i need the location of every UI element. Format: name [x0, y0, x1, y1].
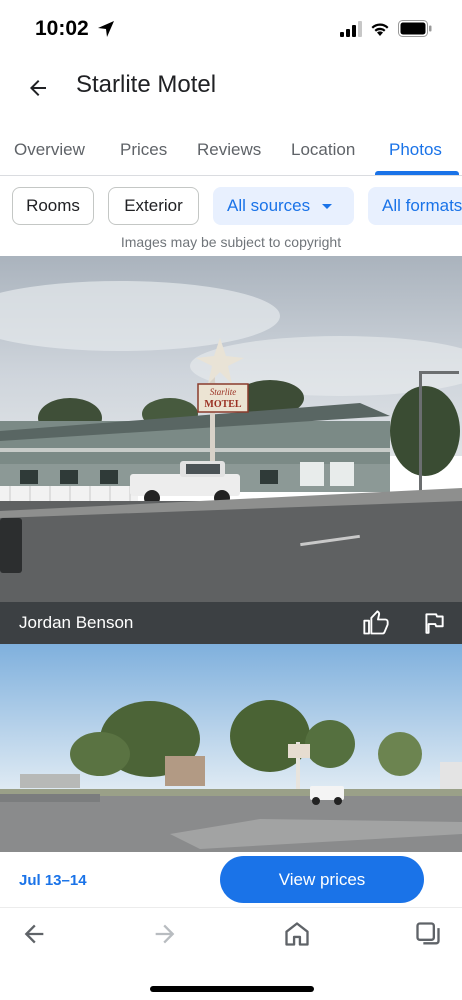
photo-caption-bar: Jordan Benson [0, 602, 462, 644]
back-button[interactable] [22, 72, 54, 104]
wifi-icon [371, 22, 389, 36]
app-bar: Starlite Motel [0, 60, 462, 116]
flag-report-icon[interactable] [421, 610, 447, 636]
tab-prices[interactable]: Prices [120, 140, 167, 160]
filter-formats-dropdown[interactable]: All formats [368, 187, 462, 225]
filter-rooms-chip[interactable]: Rooms [12, 187, 94, 225]
browser-toolbar [0, 907, 462, 1000]
filter-exterior-chip[interactable]: Exterior [108, 187, 199, 225]
tab-reviews[interactable]: Reviews [197, 140, 261, 160]
tab-photos[interactable]: Photos [389, 140, 442, 160]
page-title: Starlite Motel [76, 71, 217, 98]
status-bar: 10:02 [0, 0, 462, 60]
forward-arrow-icon[interactable] [151, 920, 179, 948]
booking-bar: Jul 13–14 View prices [0, 852, 462, 907]
home-icon[interactable] [283, 920, 311, 948]
street-view-image [0, 644, 462, 854]
tab-location[interactable]: Location [291, 140, 355, 160]
home-indicator [150, 986, 314, 992]
filter-exterior-label: Exterior [124, 196, 183, 215]
view-prices-button[interactable]: View prices [220, 856, 424, 903]
location-arrow-icon [98, 21, 114, 37]
battery-icon [398, 20, 432, 37]
photo-author: Jordan Benson [19, 613, 134, 632]
filter-sources-label: All sources [227, 196, 311, 215]
tab-bar: Overview Prices Reviews Location Photos [0, 126, 462, 176]
filter-formats-label: All formats [382, 196, 462, 215]
copyright-note: Images may be subject to copyright [120, 234, 342, 250]
tabs-icon[interactable] [414, 920, 442, 948]
filter-rooms-label: Rooms [26, 196, 80, 215]
stay-dates[interactable]: Jul 13–14 [19, 872, 87, 889]
cellular-signal-icon [340, 20, 362, 37]
back-arrow-icon[interactable] [20, 920, 48, 948]
active-tab-indicator [375, 171, 459, 175]
tab-overview[interactable]: Overview [14, 140, 85, 160]
motel-exterior-image: Starlite MOTEL [0, 256, 462, 603]
photo-filter-chips: Rooms Exterior All sources All formats [0, 186, 462, 226]
dropdown-caret-icon [322, 203, 333, 209]
arrow-back-icon [30, 80, 46, 96]
filter-sources-dropdown[interactable]: All sources [213, 187, 354, 225]
sign-text-starlite: Starlite [210, 387, 237, 397]
status-indicators [340, 20, 432, 37]
photo-motel-exterior[interactable]: Starlite MOTEL [0, 256, 462, 603]
photo-street-view[interactable] [0, 644, 462, 854]
sign-text-motel: MOTEL [204, 399, 242, 410]
thumbs-up-icon[interactable] [362, 609, 390, 637]
status-time: 10:02 [35, 17, 89, 40]
